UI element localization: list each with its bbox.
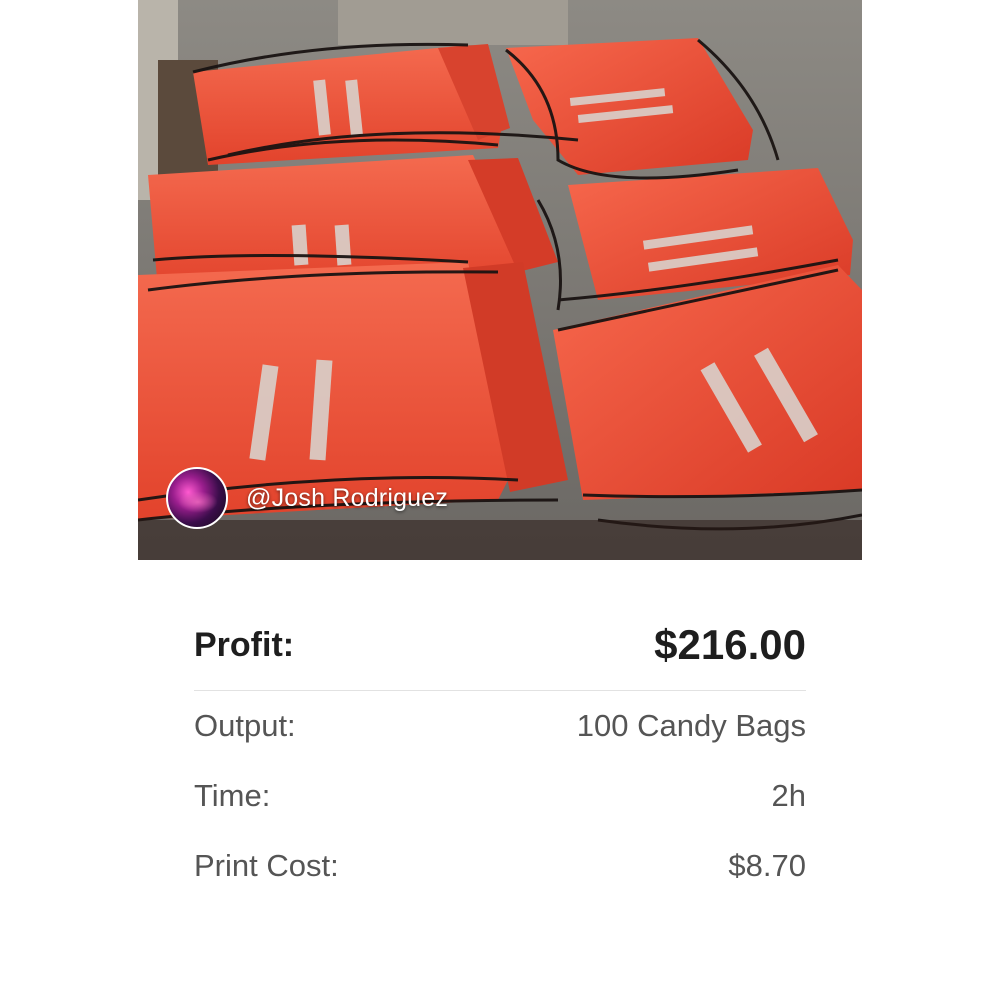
print-cost-row: Print Cost: $8.70 — [194, 831, 806, 901]
output-label: Output: — [194, 708, 296, 743]
time-value: 2h — [771, 778, 806, 813]
profit-row: Profit: $216.00 — [194, 600, 806, 691]
author-handle[interactable]: @Josh Rodriguez — [246, 484, 448, 513]
time-row: Time: 2h — [194, 761, 806, 831]
print-cost-value: $8.70 — [728, 848, 806, 883]
output-row: Output: 100 Candy Bags — [194, 691, 806, 761]
output-value: 100 Candy Bags — [576, 708, 806, 743]
profit-label: Profit: — [194, 625, 295, 664]
print-cost-label: Print Cost: — [194, 848, 339, 883]
summary-panel: Profit: $216.00 Output: 100 Candy Bags T… — [194, 600, 806, 901]
post-photo[interactable]: @Josh Rodriguez — [138, 0, 862, 560]
author-avatar[interactable] — [166, 467, 228, 529]
post-author[interactable]: @Josh Rodriguez — [166, 467, 448, 529]
profit-value: $216.00 — [654, 621, 806, 668]
time-label: Time: — [194, 778, 271, 813]
post-card: @Josh Rodriguez Profit: $216.00 Output: … — [0, 0, 1000, 1000]
